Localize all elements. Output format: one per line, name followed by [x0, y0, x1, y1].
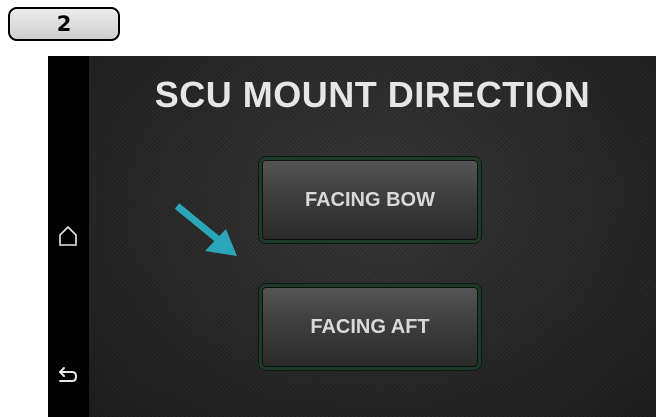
device-display: SCU MOUNT DIRECTION FACING BOW FACING AF… [48, 56, 656, 417]
facing-bow-label: FACING BOW [305, 188, 435, 211]
pointer-arrow-icon [174, 203, 237, 256]
facing-bow-button[interactable]: FACING BOW [259, 157, 481, 243]
step-badge: 2 [8, 7, 120, 41]
back-icon [59, 367, 78, 382]
home-icon [59, 225, 77, 246]
nav-bar [48, 56, 89, 417]
facing-aft-button[interactable]: FACING AFT [259, 284, 481, 370]
facing-aft-label: FACING AFT [310, 315, 430, 338]
back-button[interactable] [53, 360, 83, 390]
step-number: 2 [56, 12, 72, 36]
screen: SCU MOUNT DIRECTION FACING BOW FACING AF… [89, 56, 656, 417]
screen-title: SCU MOUNT DIRECTION [154, 74, 591, 115]
home-button[interactable] [53, 221, 83, 251]
